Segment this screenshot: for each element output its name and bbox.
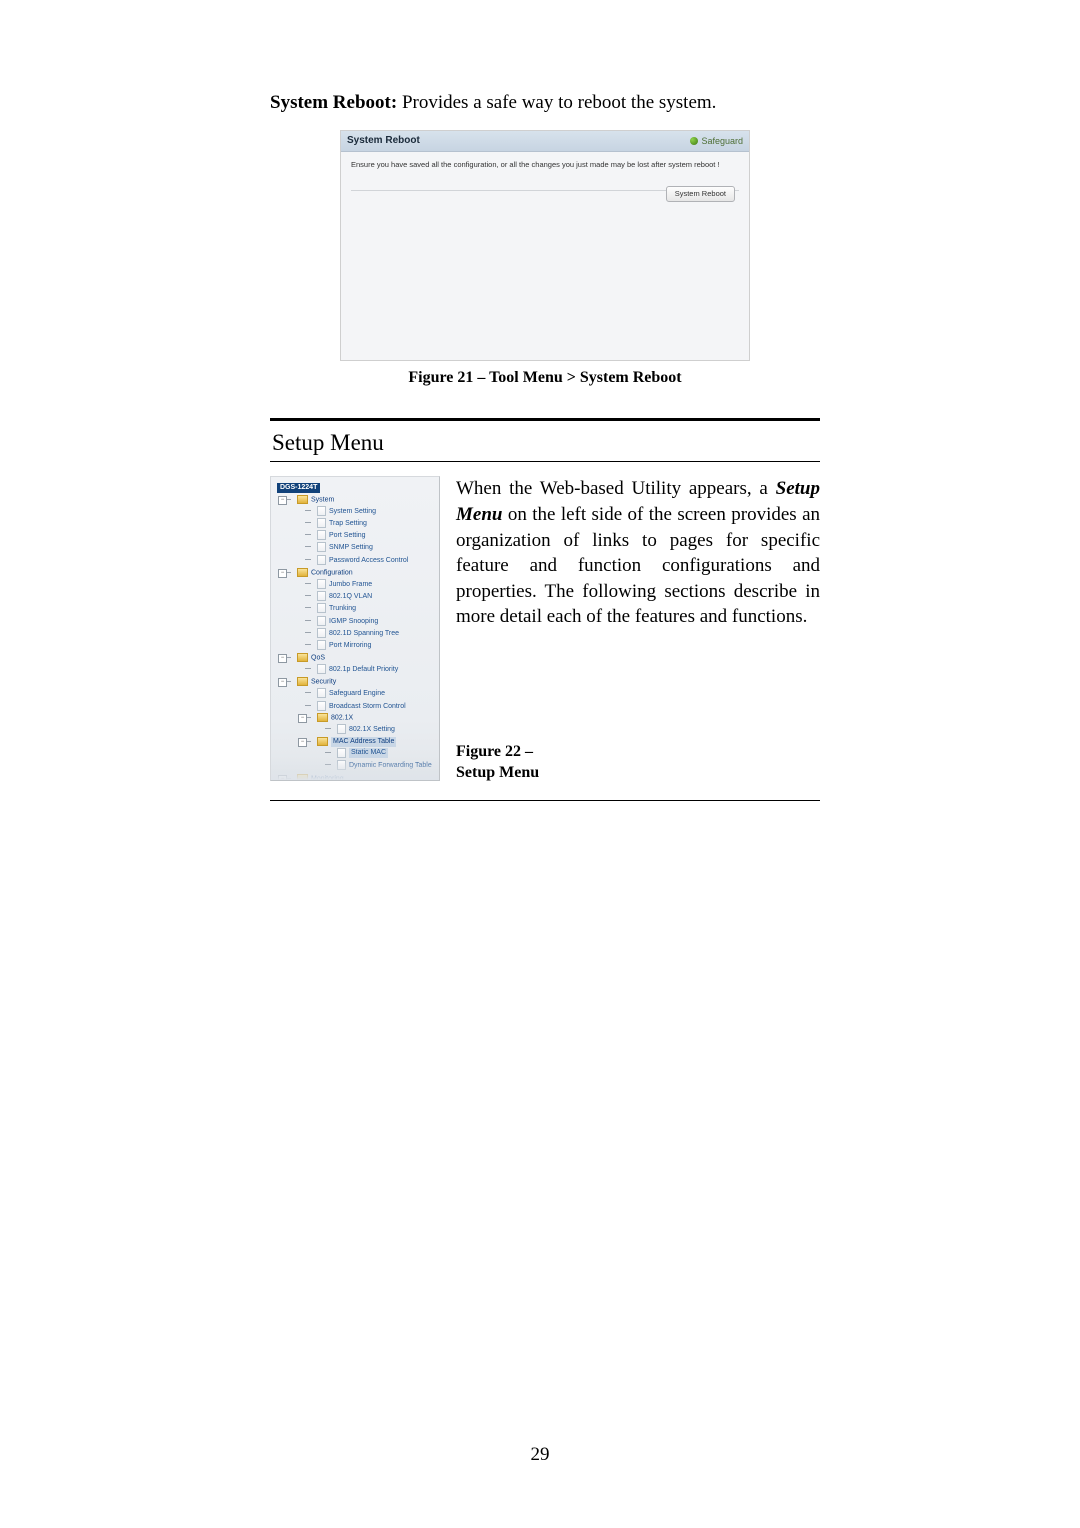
intro-lead: System Reboot:	[270, 92, 397, 113]
tree-item[interactable]: Static MAC	[325, 747, 435, 759]
section-end-rule	[270, 800, 820, 801]
panel-titlebar: System Reboot Safeguard	[341, 131, 749, 152]
intro-rest: Provides a safe way to reboot the system…	[397, 92, 716, 113]
panel-body: Ensure you have saved all the configurat…	[341, 152, 749, 360]
document-icon	[317, 506, 326, 516]
tree-group-configuration[interactable]: −Configuration Jumbo Frame 802.1Q VLAN T…	[285, 567, 435, 652]
document-icon	[317, 616, 326, 626]
document-icon	[317, 518, 326, 528]
system-reboot-panel: System Reboot Safeguard Ensure you have …	[340, 130, 750, 361]
setup-menu-heading: Setup Menu	[270, 421, 820, 461]
setup-description: When the Web-based Utility appears, a Se…	[456, 476, 820, 630]
section-rule-bottom	[270, 461, 820, 462]
folder-icon	[297, 677, 308, 686]
setup-menu-tree: DGS-1224T −System System Setting Trap Se…	[270, 476, 440, 781]
tree-group-system[interactable]: −System System Setting Trap Setting Port…	[285, 494, 435, 567]
tree-item[interactable]: Trunking	[305, 602, 435, 614]
collapse-icon[interactable]: −	[278, 496, 287, 505]
tree-item[interactable]: 802.1X Setting	[325, 723, 435, 735]
document-icon	[317, 579, 326, 589]
tree-item[interactable]: Trap Setting	[305, 517, 435, 529]
collapse-icon[interactable]: −	[278, 678, 287, 687]
tree-item[interactable]: 802.1p Default Priority	[305, 663, 435, 675]
safeguard-label: Safeguard	[701, 135, 743, 147]
tree-root: DGS-1224T	[277, 483, 435, 493]
safeguard-icon	[690, 137, 698, 145]
safeguard-indicator: Safeguard	[690, 135, 743, 147]
document-icon	[337, 748, 346, 758]
document-page: System Reboot: Provides a safe way to re…	[0, 0, 1080, 1528]
folder-icon	[317, 713, 328, 722]
document-icon	[317, 542, 326, 552]
tree-group-qos[interactable]: −QoS 802.1p Default Priority	[285, 652, 435, 676]
folder-icon	[297, 568, 308, 577]
collapse-icon[interactable]: −	[278, 569, 287, 578]
document-icon	[317, 664, 326, 674]
figure22-caption: Figure 22 – Setup Menu	[456, 742, 820, 784]
document-icon	[317, 688, 326, 698]
tree-item[interactable]: Broadcast Storm Control	[305, 700, 435, 712]
document-icon	[317, 640, 326, 650]
collapse-icon[interactable]: −	[278, 654, 287, 663]
document-icon	[317, 591, 326, 601]
tree-group-monitoring[interactable]: −Monitoring Statistics	[285, 773, 435, 781]
folder-icon	[297, 653, 308, 662]
panel-title: System Reboot	[347, 134, 420, 148]
tree-item[interactable]: 802.1D Spanning Tree	[305, 627, 435, 639]
tree-group-8021x[interactable]: −802.1X 802.1X Setting	[305, 712, 435, 736]
setup-body: When the Web-based Utility appears, a Se…	[456, 476, 820, 783]
tree-group-security[interactable]: −Security Safeguard Engine Broadcast Sto…	[285, 676, 435, 773]
document-icon	[337, 760, 346, 770]
tree-item[interactable]: Port Setting	[305, 529, 435, 541]
figure21-caption: Figure 21 – Tool Menu > System Reboot	[270, 367, 820, 389]
document-icon	[337, 724, 346, 734]
tree-item[interactable]: Port Mirroring	[305, 639, 435, 651]
collapse-icon[interactable]: −	[278, 775, 287, 781]
tree-item[interactable]: System Setting	[305, 505, 435, 517]
collapse-icon[interactable]: −	[298, 714, 307, 723]
document-icon	[317, 603, 326, 613]
tree-item[interactable]: Dynamic Forwarding Table	[325, 759, 435, 771]
folder-icon	[297, 495, 308, 504]
tree-group-mac[interactable]: −MAC Address Table Static MAC Dynamic Fo…	[305, 736, 435, 772]
page-number: 29	[531, 1442, 550, 1468]
collapse-icon[interactable]: −	[298, 738, 307, 747]
document-icon	[317, 555, 326, 565]
tree-item[interactable]: IGMP Snooping	[305, 615, 435, 627]
document-icon	[317, 628, 326, 638]
intro-line: System Reboot: Provides a safe way to re…	[270, 90, 820, 116]
tree-item[interactable]: Safeguard Engine	[305, 687, 435, 699]
folder-icon	[297, 774, 308, 781]
panel-chrome: System Reboot Safeguard Ensure you have …	[340, 130, 750, 361]
folder-icon	[317, 737, 328, 746]
tree-item[interactable]: 802.1Q VLAN	[305, 590, 435, 602]
system-reboot-button[interactable]: System Reboot	[666, 186, 735, 202]
document-icon	[317, 701, 326, 711]
document-icon	[317, 530, 326, 540]
tree-item[interactable]: Password Access Control	[305, 554, 435, 566]
tree-item[interactable]: SNMP Setting	[305, 541, 435, 553]
tree-item[interactable]: Jumbo Frame	[305, 578, 435, 590]
